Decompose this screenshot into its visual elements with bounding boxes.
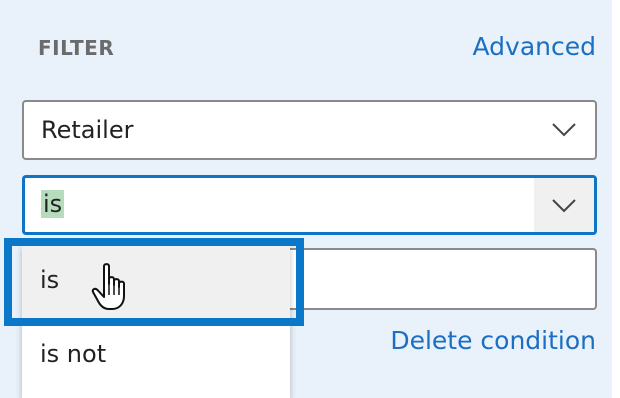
option-label: is not [40, 340, 107, 368]
field-select-value: Retailer [41, 116, 134, 144]
dropdown-option-is-not[interactable]: is not [22, 320, 290, 392]
operator-dropdown-button[interactable] [534, 178, 594, 232]
hand-pointer-icon [91, 263, 125, 310]
chevron-down-icon [552, 199, 576, 213]
advanced-link[interactable]: Advanced [473, 32, 597, 61]
operator-select[interactable]: is [22, 175, 597, 235]
filter-heading: FILTER [38, 36, 115, 60]
operator-select-value: is [41, 190, 65, 218]
focus-highlight [4, 238, 304, 326]
delete-condition-link[interactable]: Delete condition [390, 326, 596, 355]
field-select[interactable]: Retailer [22, 100, 597, 160]
panel-edge [612, 0, 620, 398]
chevron-down-icon[interactable] [551, 120, 577, 138]
